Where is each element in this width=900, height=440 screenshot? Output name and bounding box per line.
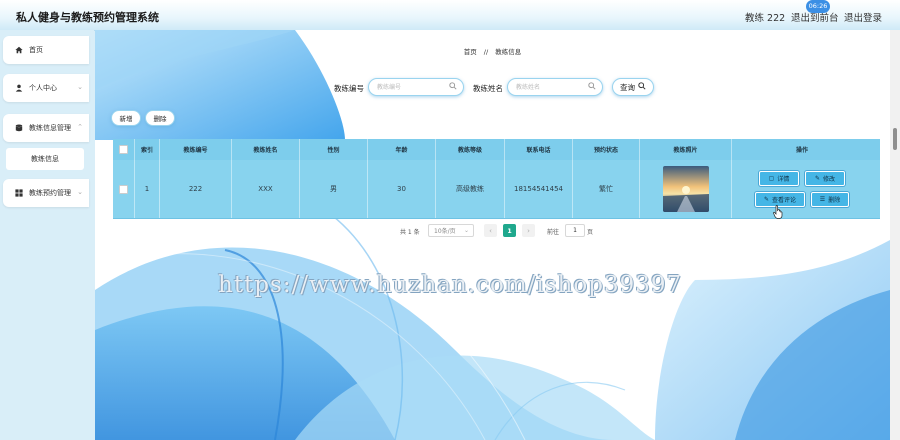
query-button-label: 查询 (620, 82, 635, 92)
cell-index: 1 (135, 160, 160, 218)
column-header: 性别 (300, 139, 368, 160)
sidebar-subitem-label: 教练信息 (31, 155, 59, 163)
coach-code-input-wrapper (368, 78, 464, 96)
breadcrumb: 首页 // 教练信息 (95, 46, 890, 56)
sidebar-item-personal-center[interactable]: 个人中心 ⌄ (3, 74, 89, 102)
page-size-select[interactable]: 10条/页 ⌄ (428, 224, 474, 237)
vertical-scrollbar[interactable] (890, 30, 900, 440)
coach-photo[interactable] (662, 166, 709, 212)
sidebar-item-label: 教练信息管理 (29, 124, 71, 132)
time-badge: 06:26 (806, 0, 830, 13)
table-header: 索引 教练编号 教练姓名 性别 年龄 教练等级 联系电话 预约状态 教练照片 操… (113, 139, 880, 160)
prev-page-button[interactable]: ‹ (484, 224, 497, 237)
column-header: 预约状态 (573, 139, 640, 160)
breadcrumb-separator: // (483, 48, 489, 56)
chevron-down-icon: ⌄ (77, 188, 83, 196)
column-header: 索引 (135, 139, 160, 160)
column-header: 教练编号 (160, 139, 232, 160)
detail-button-label: 详情 (777, 176, 790, 183)
main-content: 首页 // 教练信息 教练编号 教练姓名 查询 新增 删除 (95, 30, 890, 440)
edit-button-label: 修改 (823, 176, 836, 183)
goto-page-input[interactable]: 1 (565, 224, 585, 237)
sidebar-item-coach-booking-mgmt[interactable]: 教练预约管理 ⌄ (3, 179, 89, 207)
column-header: 教练等级 (436, 139, 505, 160)
column-header: 年龄 (368, 139, 436, 160)
cell-gender: 男 (300, 160, 368, 218)
page-size-value: 10条/页 (434, 228, 456, 235)
cell-photo (640, 160, 732, 218)
column-header: 教练姓名 (232, 139, 300, 160)
view-reviews-button-label: 查看评论 (772, 197, 797, 204)
search-icon (638, 82, 646, 92)
search-bar: 教练编号 教练姓名 查询 (95, 78, 890, 98)
query-button[interactable]: 查询 (612, 78, 654, 96)
cell-level: 高级教练 (436, 160, 505, 218)
coach-code-label: 教练编号 (334, 84, 364, 93)
watermark-text: https://www.huzhan.com/ishop39397 (218, 272, 683, 298)
coach-code-input[interactable] (375, 79, 453, 95)
chevron-down-icon: ⌄ (77, 83, 83, 91)
cell-status: 繁忙 (573, 160, 640, 218)
coach-name-label: 教练姓名 (473, 84, 503, 93)
coach-name-input[interactable] (514, 79, 592, 95)
sidebar-item-coach-info-mgmt[interactable]: 教练信息管理 ⌃ (3, 114, 89, 142)
sidebar-item-label: 首页 (29, 46, 43, 54)
trash-icon: ☰ (819, 196, 826, 203)
sidebar-item-label: 教练预约管理 (29, 189, 71, 197)
total-count: 共 1 条 (400, 229, 420, 236)
row-delete-button-label: 删除 (828, 197, 841, 204)
search-icon (449, 82, 457, 92)
sidebar-item-label: 个人中心 (29, 84, 57, 92)
column-header: 联系电话 (505, 139, 573, 160)
app-title: 私人健身与教练预约管理系统 (16, 11, 159, 24)
logout-link[interactable]: 退出登录 (844, 10, 882, 24)
goto-label: 前往 (547, 229, 560, 236)
chevron-up-icon: ⌃ (77, 123, 83, 131)
grid-icon (15, 189, 23, 197)
add-button[interactable]: 新增 (111, 110, 141, 126)
chevron-down-icon: ⌄ (463, 227, 469, 234)
current-user: 教练 222 (745, 13, 786, 24)
page-suffix: 页 (587, 229, 594, 236)
user-icon (15, 84, 23, 92)
edit-button[interactable]: ✎ 修改 (805, 171, 845, 186)
top-bar: 私人健身与教练预约管理系统 教练 222 退出到前台 06:26 退出登录 (0, 0, 900, 31)
edit-icon: ✎ (814, 175, 820, 182)
next-page-button[interactable]: › (522, 224, 535, 237)
cell-coach-code: 222 (160, 160, 232, 218)
breadcrumb-current: 教练信息 (495, 48, 522, 56)
cell-age: 30 (368, 160, 436, 218)
coach-name-input-wrapper (507, 78, 603, 96)
table-row: 1 222 XXX 男 30 高级教练 18154541454 繁忙 ▢ 详情 … (113, 160, 880, 219)
pagination: 共 1 条 10条/页 ⌄ ‹ 1 › 前往 1 页 (95, 224, 890, 238)
database-icon (15, 124, 23, 132)
sidebar-subitem-coach-info[interactable]: 教练信息 (6, 148, 84, 170)
breadcrumb-home[interactable]: 首页 (464, 48, 477, 56)
page-number-current[interactable]: 1 (503, 224, 516, 237)
cell-phone: 18154541454 (505, 160, 573, 218)
batch-delete-button[interactable]: 删除 (145, 110, 175, 126)
sidebar-item-home[interactable]: 首页 (3, 36, 89, 64)
detail-button[interactable]: ▢ 详情 (759, 171, 799, 186)
scrollbar-thumb[interactable] (893, 128, 897, 150)
column-header: 教练照片 (640, 139, 732, 160)
sidebar: 首页 个人中心 ⌄ 教练信息管理 ⌃ 教练信息 教练预约管理 ⌄ (0, 30, 94, 440)
cell-operations: ▢ 详情 ✎ 修改 ✎ 查看评论 ☰ 删除 (732, 160, 872, 218)
detail-icon: ▢ (768, 175, 775, 182)
search-icon (588, 82, 596, 92)
select-all-checkbox[interactable] (113, 139, 135, 160)
column-header: 操作 (795, 147, 808, 154)
row-checkbox[interactable] (113, 160, 135, 218)
edit-icon: ✎ (763, 196, 769, 203)
hand-cursor-icon (773, 205, 783, 219)
cell-coach-name: XXX (232, 160, 300, 218)
row-delete-button[interactable]: ☰ 删除 (811, 192, 849, 207)
home-icon (15, 46, 23, 54)
